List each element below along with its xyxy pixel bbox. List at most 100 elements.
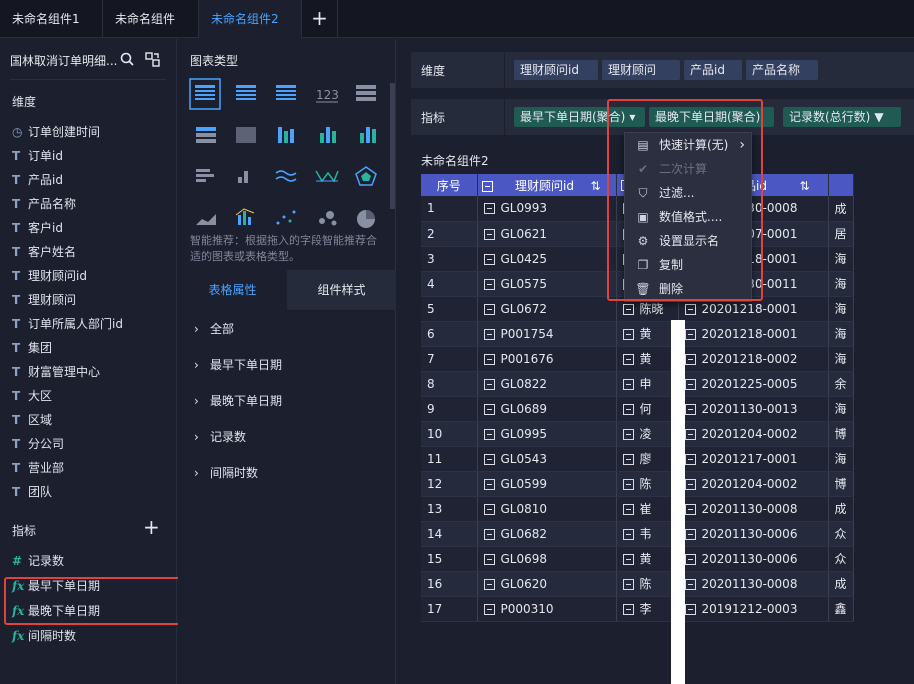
collapse-icon[interactable] (483, 328, 495, 340)
dimension-item[interactable]: T 营业部 (12, 458, 64, 478)
column-header-advisor-id[interactable]: 理财顾问id ⇅ (477, 174, 617, 196)
collapse-icon[interactable] (483, 403, 495, 415)
dimension-item[interactable]: T 理财顾问 (12, 290, 76, 310)
collapse-icon[interactable] (622, 504, 634, 515)
table-row[interactable]: 11 GL0543 廖 20201217-0001 海 (421, 446, 854, 472)
dimension-item[interactable]: T 订单id (12, 146, 63, 166)
chart-type-combo-icon[interactable] (235, 208, 255, 225)
dimension-item[interactable]: T 分公司 (12, 434, 64, 454)
dimension-item[interactable]: T 产品名称 (12, 194, 76, 214)
chart-type-column-icon[interactable] (320, 127, 336, 143)
collapse-icon[interactable] (684, 603, 696, 615)
dimension-pill[interactable]: 理财顾问id (514, 60, 598, 80)
chart-type-detail-table-icon[interactable] (276, 85, 296, 100)
dimension-item[interactable]: ◷ 订单创建时间 (12, 122, 100, 142)
dimension-item[interactable]: T 客户姓名 (12, 242, 76, 262)
add-measure-button[interactable]: + (143, 515, 160, 539)
dimension-item[interactable]: T 区域 (12, 410, 52, 430)
collapse-icon[interactable] (483, 303, 495, 315)
prop-item-latest-date[interactable]: › 最晚下单日期 (194, 392, 282, 409)
collapse-icon[interactable] (622, 604, 634, 615)
collapse-icon[interactable] (622, 404, 634, 415)
collapse-icon[interactable] (483, 553, 495, 565)
chart-type-list-icon[interactable] (356, 85, 376, 101)
dimension-drop-zone[interactable]: 维度 理财顾问id 理财顾问 产品id 产品名称 (411, 52, 914, 88)
chart-type-line-icon[interactable] (275, 170, 297, 182)
table-row[interactable]: 7 P001676 黄 20201218-0002 海 (421, 346, 854, 372)
tab-component[interactable]: 未命名组件 (103, 0, 199, 38)
chart-type-kpi-icon[interactable]: 123 (316, 88, 339, 103)
prop-item-earliest-date[interactable]: › 最早下单日期 (194, 356, 282, 373)
collapse-icon[interactable] (483, 378, 495, 390)
table-row[interactable]: 8 GL0822 申 20201225-0005 余 (421, 371, 854, 397)
collapse-icon[interactable] (684, 328, 696, 340)
chart-type-step-icon[interactable] (238, 171, 248, 183)
chart-type-crosstab-icon[interactable] (236, 85, 256, 100)
dimension-pill[interactable]: 产品名称 (746, 60, 818, 80)
collapse-icon[interactable] (684, 503, 696, 515)
collapse-icon[interactable] (483, 503, 495, 515)
dimension-pill[interactable]: 理财顾问 (602, 60, 680, 80)
collapse-icon[interactable] (684, 303, 696, 315)
chart-type-scatter-icon[interactable] (276, 210, 296, 225)
prop-item-all[interactable]: › 全部 (194, 320, 234, 337)
prop-item-interval-hours[interactable]: › 间隔时数 (194, 464, 258, 481)
measure-item[interactable]: fx 间隔时数 (12, 626, 76, 646)
collapse-icon[interactable] (684, 403, 696, 415)
chart-type-multi-line-icon[interactable] (315, 170, 339, 183)
prop-item-record-count[interactable]: › 记录数 (194, 428, 246, 445)
collapse-icon[interactable] (684, 453, 696, 465)
collapse-icon[interactable] (622, 579, 634, 590)
chart-type-bubble-icon[interactable] (319, 211, 337, 226)
collapse-icon[interactable] (684, 478, 696, 490)
chart-grid-scrollbar[interactable] (390, 83, 395, 209)
collapse-icon[interactable] (684, 553, 696, 565)
collapse-icon[interactable] (622, 454, 634, 465)
dimension-item[interactable]: T 大区 (12, 386, 52, 406)
chart-type-bar-icon[interactable] (360, 127, 376, 143)
table-row[interactable]: 6 P001754 黄 20201218-0001 海 (421, 321, 854, 347)
table-row[interactable]: 9 GL0689 何 20201130-0013 海 (421, 396, 854, 422)
column-header-index[interactable]: 序号 (421, 174, 478, 196)
table-row[interactable]: 17 P000310 李 20191212-0003 鑫 (421, 596, 854, 622)
add-tab-button[interactable]: + (302, 0, 338, 38)
collapse-icon[interactable] (684, 378, 696, 390)
chart-type-stacked-bar-icon[interactable] (278, 127, 294, 143)
collapse-icon[interactable] (481, 180, 493, 192)
dimension-item[interactable]: T 理财顾问id (12, 266, 87, 286)
table-row[interactable]: 16 GL0620 陈 20201130-0008 成 (421, 571, 854, 597)
chart-type-area-icon[interactable] (196, 214, 216, 225)
collapse-icon[interactable] (622, 354, 634, 365)
table-row[interactable]: 10 GL0995 凌 20201204-0002 博 (421, 421, 854, 447)
chart-type-horizontal-bar-icon[interactable] (196, 169, 214, 182)
tab-component-style[interactable]: 组件样式 (287, 270, 396, 310)
tab-component-2[interactable]: 未命名组件2 (199, 0, 302, 38)
collapse-icon[interactable] (483, 528, 495, 540)
collapse-icon[interactable] (622, 429, 634, 440)
table-row[interactable]: 13 GL0810 崔 20201130-0008 成 (421, 496, 854, 522)
dimension-item[interactable]: T 订单所属人部门id (12, 314, 123, 334)
collapse-icon[interactable] (483, 228, 495, 240)
collapse-icon[interactable] (622, 479, 634, 490)
collapse-icon[interactable] (483, 453, 495, 465)
dimension-item[interactable]: T 财富管理中心 (12, 362, 100, 382)
collapse-icon[interactable] (622, 379, 634, 390)
table-row[interactable]: 14 GL0682 韦 20201130-0006 众 (421, 521, 854, 547)
collapse-icon[interactable] (483, 253, 495, 265)
collapse-icon[interactable] (684, 428, 696, 440)
collapse-icon[interactable] (622, 529, 634, 540)
collapse-icon[interactable] (684, 528, 696, 540)
collapse-icon[interactable] (684, 578, 696, 590)
collapse-icon[interactable] (483, 353, 495, 365)
dimension-item[interactable]: T 团队 (12, 482, 52, 502)
table-row[interactable]: 12 GL0599 陈 20201204-0002 博 (421, 471, 854, 497)
dimension-item[interactable]: T 集团 (12, 338, 52, 358)
search-icon[interactable] (120, 52, 134, 66)
chart-type-radar-icon[interactable] (355, 166, 377, 186)
collapse-icon[interactable] (684, 353, 696, 365)
collapse-icon[interactable] (483, 578, 495, 590)
dimension-pill[interactable]: 产品id (684, 60, 742, 80)
collapse-icon[interactable] (483, 428, 495, 440)
filter-icon[interactable]: ▼ (874, 110, 883, 124)
table-row[interactable]: 15 GL0698 黄 20201130-0006 众 (421, 546, 854, 572)
